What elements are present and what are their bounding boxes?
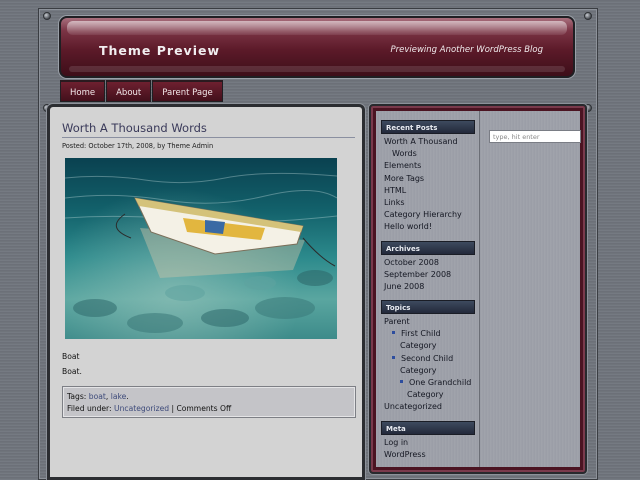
rivet-top-right bbox=[584, 12, 592, 20]
nav-item-about[interactable]: About bbox=[106, 80, 152, 102]
site-header: Theme Preview Previewing Another WordPre… bbox=[59, 16, 575, 78]
recent-post-link[interactable]: Category Hierarchy bbox=[384, 209, 478, 221]
post-paragraph: Boat. bbox=[62, 367, 82, 376]
topic-link-continuation[interactable]: Category bbox=[384, 365, 478, 377]
meta-link-login[interactable]: Log in bbox=[384, 437, 478, 449]
recent-post-link[interactable]: Worth A Thousand bbox=[384, 136, 478, 148]
topic-link-label: First Child bbox=[401, 329, 441, 339]
recent-post-link[interactable]: More Tags bbox=[384, 173, 478, 185]
post-title[interactable]: Worth A Thousand Words bbox=[62, 121, 355, 138]
widget-title-archives: Archives bbox=[381, 241, 475, 255]
topic-link-label: One Grandchild bbox=[409, 377, 472, 387]
category-link-uncategorized[interactable]: Uncategorized bbox=[114, 404, 169, 413]
post-footer-box: Tags: boat, lake. Filed under: Uncategor… bbox=[62, 386, 356, 418]
comments-status: Comments Off bbox=[176, 404, 232, 413]
main-nav: Home About Parent Page bbox=[60, 80, 224, 102]
recent-post-link[interactable]: Elements bbox=[384, 160, 478, 172]
topic-link-grandchild[interactable]: One Grandchild bbox=[384, 377, 478, 389]
widget-title-recent-posts: Recent Posts bbox=[381, 120, 475, 134]
archive-link[interactable]: June 2008 bbox=[384, 281, 478, 293]
widget-title-meta: Meta bbox=[381, 421, 475, 435]
meta-list: Log in WordPress bbox=[384, 437, 478, 461]
nav-item-parent-page[interactable]: Parent Page bbox=[152, 80, 223, 102]
recent-post-link[interactable]: Words bbox=[384, 148, 478, 160]
bullet-icon bbox=[400, 379, 403, 383]
nav-item-home[interactable]: Home bbox=[60, 80, 106, 102]
topic-link-continuation[interactable]: Category bbox=[384, 340, 478, 352]
topic-link-label: Second Child bbox=[401, 353, 454, 363]
topic-link-first-child[interactable]: First Child bbox=[384, 328, 478, 340]
header-gloss bbox=[67, 21, 567, 35]
site-description: Previewing Another WordPress Blog bbox=[390, 45, 543, 55]
bullet-icon bbox=[392, 331, 395, 335]
recent-post-link[interactable]: Hello world! bbox=[384, 221, 478, 233]
bullet-icon bbox=[392, 355, 395, 359]
search-input[interactable] bbox=[489, 130, 581, 143]
widget-title-topics: Topics bbox=[381, 300, 475, 314]
recent-posts-list: Worth A Thousand Words Elements More Tag… bbox=[384, 136, 478, 234]
topic-link-continuation[interactable]: Category bbox=[384, 389, 478, 401]
tags-label: Tags: bbox=[67, 392, 89, 401]
boat-photo bbox=[65, 172, 337, 333]
filed-row: Filed under: Uncategorized | Comments Of… bbox=[67, 403, 351, 415]
tag-link-lake[interactable]: lake bbox=[111, 392, 127, 401]
post-paragraph: Boat bbox=[62, 352, 80, 361]
sidebar-inner: Recent Posts Worth A Thousand Words Elem… bbox=[376, 111, 581, 467]
topic-link-uncategorized[interactable]: Uncategorized bbox=[384, 401, 478, 413]
tag-link-boat[interactable]: boat bbox=[89, 392, 106, 401]
archive-link[interactable]: October 2008 bbox=[384, 257, 478, 269]
recent-post-link[interactable]: HTML bbox=[384, 185, 478, 197]
filed-label: Filed under: bbox=[67, 404, 115, 413]
meta-link-wordpress[interactable]: WordPress bbox=[384, 449, 478, 461]
topic-link-parent[interactable]: Parent bbox=[384, 316, 478, 328]
post-meta: Posted: October 17th, 2008, by Theme Adm… bbox=[62, 142, 214, 150]
header-bottom-gloss bbox=[69, 66, 565, 72]
tags-end: . bbox=[126, 392, 129, 401]
sidebar: Recent Posts Worth A Thousand Words Elem… bbox=[369, 104, 587, 474]
rivet-top-left bbox=[43, 12, 51, 20]
sidebar-left-column: Recent Posts Worth A Thousand Words Elem… bbox=[376, 111, 480, 467]
recent-post-link[interactable]: Links bbox=[384, 197, 478, 209]
topics-list: Parent First Child Category Second Child… bbox=[384, 316, 478, 414]
tags-row: Tags: boat, lake. bbox=[67, 391, 351, 403]
archive-link[interactable]: September 2008 bbox=[384, 269, 478, 281]
site-title[interactable]: Theme Preview bbox=[99, 43, 220, 58]
archives-list: October 2008 September 2008 June 2008 bbox=[384, 257, 478, 294]
content-panel: Worth A Thousand Words Posted: October 1… bbox=[47, 104, 365, 480]
topic-link-second-child[interactable]: Second Child bbox=[384, 353, 478, 365]
post-image-boat bbox=[65, 158, 337, 339]
